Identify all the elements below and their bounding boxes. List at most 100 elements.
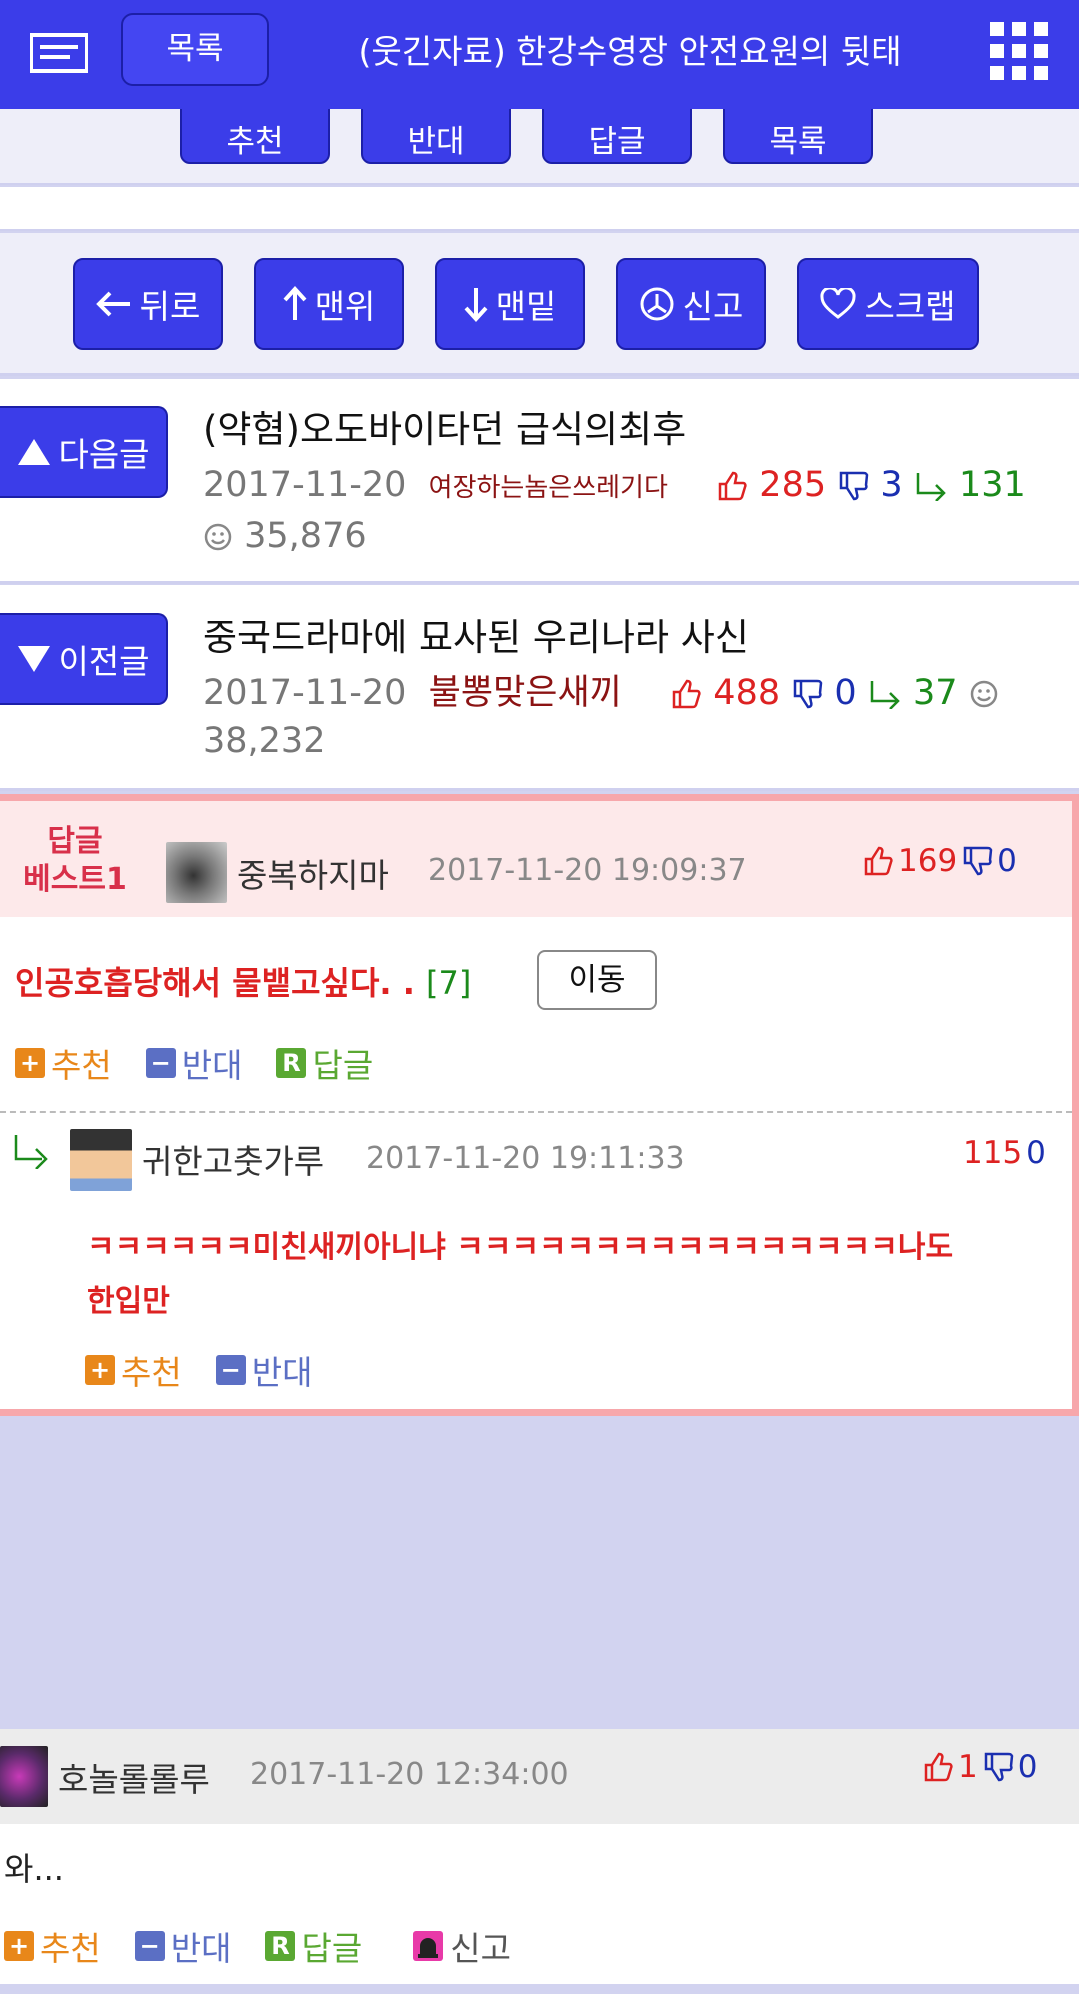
post-upvotes: 488 [713, 673, 781, 713]
post-replies: 37 [912, 673, 958, 713]
oppose-button[interactable]: − 반대 [215, 1346, 312, 1394]
downvote-count: 0 [1026, 1135, 1046, 1171]
oppose-button[interactable]: − 반대 [145, 1039, 242, 1087]
reply-arrow-icon [916, 473, 946, 501]
post-views: 35,876 [244, 516, 367, 556]
post-date: 2017-11-20 [203, 673, 407, 713]
comment-votes: 1 0 [922, 1749, 1037, 1785]
best-comment-header: 답글 베스트1 중복하지마 2017-11-20 19:09:37 169 0 [0, 801, 1072, 917]
comment-username[interactable]: 귀한고춧가루 [142, 1135, 324, 1183]
thumbs-down-icon [794, 679, 823, 709]
best-badge: 답글 베스트1 [23, 824, 127, 897]
minus-icon: − [215, 1355, 246, 1385]
post-downvotes: 0 [834, 673, 857, 713]
report-button[interactable]: 신고 [616, 258, 766, 350]
thumbs-up-icon [672, 679, 701, 709]
avatar[interactable] [0, 1746, 48, 1807]
post-nav-row: 뒤로 맨위 맨밑 신고 스크랩 [0, 233, 1079, 376]
reply-post-button[interactable]: 답글 [542, 109, 692, 164]
comment-text: 인공호흡당해서 물뱉고싶다. . [7] [15, 964, 472, 1002]
recommend-button[interactable]: + 추천 [15, 1039, 112, 1087]
thumbs-down-icon[interactable] [961, 845, 993, 877]
top-button[interactable]: 맨위 [254, 258, 404, 350]
comment-username[interactable]: 호놀롤롤루 [58, 1753, 210, 1801]
minus-icon: − [134, 1931, 165, 1961]
thumbs-down-icon[interactable] [982, 1751, 1014, 1783]
plus-icon: + [4, 1931, 34, 1961]
comment-timestamp: 2017-11-20 19:09:37 [428, 853, 747, 888]
reply-button[interactable]: R 답글 [265, 1922, 362, 1970]
thumbs-down-icon [840, 471, 869, 501]
next-post-item[interactable]: 다음글 (약혐)오도바이타던 급식의최후 2017-11-20 여장하는놈은쓰레… [0, 379, 1079, 584]
next-post-meta: 2017-11-20 여장하는놈은쓰레기다 285 3 131 35,876 [203, 461, 1059, 560]
reply-count: [7] [426, 964, 472, 1002]
minus-icon: − [145, 1048, 176, 1078]
list-button[interactable]: 목록 [121, 13, 269, 86]
post-author: 여장하는놈은쓰레기다 [428, 473, 668, 503]
list-post-button[interactable]: 목록 [723, 109, 873, 164]
back-button[interactable]: 뒤로 [73, 258, 223, 350]
move-button[interactable]: 이동 [537, 950, 657, 1010]
prev-post-label[interactable]: 이전글 [0, 613, 168, 705]
plus-icon: + [85, 1355, 115, 1385]
siren-icon [413, 1931, 444, 1961]
post-replies: 131 [958, 465, 1026, 505]
comment-actions: + 추천 − 반대 R 답글 신고 [4, 1922, 511, 1970]
comment-header: 호놀롤롤루 2017-11-20 12:34:00 1 0 [0, 1729, 1079, 1824]
comment-text: ㅋㅋㅋㅋㅋㅋ미친새끼아니냐 ㅋㅋㅋㅋㅋㅋㅋㅋㅋㅋㅋㅋㅋㅋㅋㅋ나도 한입만 [87, 1230, 954, 1319]
prev-post-title[interactable]: 중국드라마에 묘사된 우리나라 사신 [203, 607, 749, 661]
recommend-button[interactable]: + 추천 [85, 1346, 182, 1394]
thumbs-up-icon [718, 471, 747, 501]
avatar[interactable] [70, 1129, 132, 1191]
bottom-button[interactable]: 맨밑 [435, 258, 585, 350]
avatar[interactable] [166, 842, 227, 903]
thumbs-up-icon[interactable] [862, 845, 894, 877]
oppose-post-button[interactable]: 반대 [361, 109, 511, 164]
comment-text: 와... [4, 1850, 64, 1888]
reply-arrow-icon [14, 1135, 48, 1169]
view-smiley-icon [204, 523, 232, 551]
comment-timestamp: 2017-11-20 19:11:33 [366, 1141, 685, 1176]
prev-post-item[interactable]: 이전글 중국드라마에 묘사된 우리나라 사신 2017-11-20 불뽕맞은새끼… [0, 585, 1079, 791]
hamburger-icon[interactable] [30, 33, 88, 73]
recommend-button[interactable]: + 추천 [4, 1922, 101, 1970]
heart-icon [820, 288, 856, 319]
best-comment-block: 답글 베스트1 중복하지마 2017-11-20 19:09:37 169 0 … [0, 794, 1079, 1416]
next-post-title[interactable]: (약혐)오도바이타던 급식의최후 [203, 399, 686, 453]
reply-badge-icon: R [276, 1048, 307, 1078]
oppose-button[interactable]: − 반대 [134, 1922, 231, 1970]
post-date: 2017-11-20 [203, 465, 407, 505]
next-post-label[interactable]: 다음글 [0, 406, 168, 498]
thumbs-up-icon[interactable] [922, 1751, 954, 1783]
arrow-left-icon [95, 291, 130, 317]
top-header: 목록 (웃긴자료) 한강수영장 안전요원의 뒷태 [0, 0, 1079, 109]
post-downvotes: 3 [880, 465, 903, 505]
post-author: 불뽕맞은새끼 [428, 673, 622, 713]
comment-votes: 169 0 [862, 843, 1017, 879]
report-comment-button[interactable]: 신고 [412, 1922, 511, 1970]
view-smiley-icon [970, 680, 997, 708]
recommend-post-button[interactable]: 추천 [180, 109, 330, 164]
post-views: 38,232 [203, 721, 326, 761]
comment-votes: 115 0 [963, 1135, 1046, 1171]
comment-username[interactable]: 중복하지마 [237, 849, 389, 897]
page-title: (웃긴자료) 한강수영장 안전요원의 뒷태 [358, 32, 902, 71]
prev-post-meta: 2017-11-20 불뽕맞은새끼 488 0 37 38,232 [203, 669, 1059, 765]
comment-actions: + 추천 − 반대 R 답글 [15, 1039, 373, 1087]
arrow-down-icon [464, 288, 488, 322]
post-vote-strip: 추천 반대 답글 목록 [0, 109, 1079, 185]
report-circle-icon [640, 287, 674, 321]
comment-timestamp: 2017-11-20 12:34:00 [250, 1757, 569, 1792]
spacer [0, 187, 1079, 231]
reply-badge-icon: R [265, 1931, 296, 1961]
apps-grid-icon[interactable] [990, 22, 1048, 80]
arrow-up-icon [283, 286, 307, 320]
scrap-button[interactable]: 스크랩 [797, 258, 979, 350]
reply-arrow-icon [870, 681, 900, 709]
comment-body: 와... + 추천 − 반대 R 답글 신고 [0, 1824, 1079, 1984]
reply-button[interactable]: R 답글 [276, 1039, 373, 1087]
triangle-down-icon [18, 646, 51, 672]
post-upvotes: 285 [759, 465, 827, 505]
plus-icon: + [15, 1048, 45, 1078]
comment-actions: + 추천 − 반대 [85, 1346, 312, 1394]
